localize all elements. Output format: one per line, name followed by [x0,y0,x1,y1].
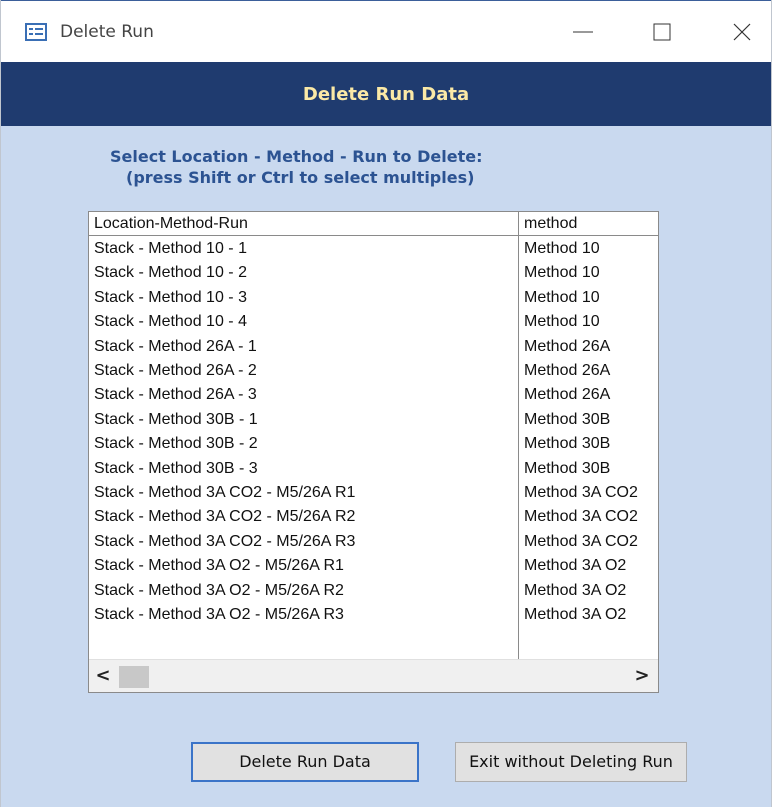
method-cell: Method 10 [524,288,600,306]
maximize-icon[interactable] [647,17,677,47]
exit-without-deleting-button[interactable]: Exit without Deleting Run [455,742,687,782]
window-title: Delete Run [60,22,154,42]
list-item[interactable]: Stack - Method 10 - 2 Method 10 [89,261,658,285]
list-header: Location-Method-Run method [89,212,658,236]
location-method-run-cell: Stack - Method 3A CO2 - M5/26A R1 [94,484,356,501]
list-item[interactable]: Stack - Method 30B - 1 Method 30B [89,408,658,432]
location-method-run-cell: Stack - Method 26A - 3 [94,386,257,404]
list-item[interactable]: Stack - Method 10 - 4 Method 10 [89,310,658,334]
method-cell: Method 26A [524,337,611,355]
list-item[interactable]: Stack - Method 26A - 1 Method 26A [89,335,658,359]
delete-run-data-button[interactable]: Delete Run Data [191,742,419,782]
form-header: Delete Run Data [1,62,771,126]
method-cell: Method 3A CO2 [524,484,638,501]
method-cell: Method 3A O2 [524,581,627,599]
list-item[interactable]: Stack - Method 3A O2 - M5/26A R3 Method 3… [89,603,658,627]
method-cell: Method 10 [524,313,600,331]
location-method-run-cell: Stack - Method 10 - 4 [94,313,247,331]
method-cell: Method 26A [524,362,611,379]
location-method-run-cell: Stack - Method 3A O2 - M5/26A R2 [94,581,344,599]
method-cell: Method 3A O2 [524,606,627,623]
location-method-run-cell: Stack - Method 26A - 2 [94,362,257,379]
listbox-rows: Location-Method-Run method Stack - Metho… [89,212,658,660]
list-item[interactable]: Stack - Method 3A CO2 - M5/26A R3 Method … [89,530,658,554]
list-item[interactable]: Stack - Method 3A CO2 - M5/26A R1 Method … [89,481,658,505]
scroll-left-icon[interactable]: < [93,666,113,686]
list-item[interactable]: Stack - Method 30B - 3 Method 30B [89,457,658,481]
location-method-run-cell: Stack - Method 3A CO2 - M5/26A R3 [94,532,356,550]
location-method-run-cell: Stack - Method 30B - 2 [94,435,258,453]
method-cell: Method 30B [524,435,611,453]
scrollbar-thumb[interactable] [119,666,149,688]
horizontal-scrollbar[interactable]: < > [89,659,658,692]
method-cell: Method 30B [524,410,611,428]
location-method-run-cell: Stack - Method 3A CO2 - M5/26A R2 [94,508,356,526]
location-method-run-cell: Stack - Method 10 - 2 [94,264,247,282]
run-listbox[interactable]: Location-Method-Run method Stack - Metho… [88,211,659,693]
list-item[interactable]: Stack - Method 10 - 3 Method 10 [89,286,658,310]
location-method-run-cell: Stack - Method 3A O2 - M5/26A R1 [94,557,344,575]
method-cell: Method 3A CO2 [524,532,638,550]
instruction-line-1: Select Location - Method - Run to Delete… [110,147,483,166]
location-method-run-cell: Stack - Method 3A O2 - M5/26A R3 [94,606,344,623]
method-cell: Method 26A [524,386,611,404]
method-cell: Method 10 [524,240,600,257]
form-title: Delete Run Data [302,84,470,105]
location-method-run-cell: Stack - Method 30B - 1 [94,410,258,428]
location-method-run-cell: Stack - Method 30B - 3 [94,459,258,477]
method-cell: Method 10 [524,264,600,282]
list-item[interactable]: Stack - Method 3A O2 - M5/26A R2 Method 3… [89,579,658,603]
list-item[interactable]: Stack - Method 3A CO2 - M5/26A R2 Method … [89,505,658,529]
column-header-method: method [524,215,578,232]
close-icon[interactable] [727,17,757,47]
scroll-right-icon[interactable]: > [632,666,652,686]
list-item[interactable]: Stack - Method 3A O2 - M5/26A R1 Method 3… [89,554,658,578]
column-header-location-method-run: Location-Method-Run [94,215,248,232]
list-item[interactable]: Stack - Method 30B - 2 Method 30B [89,432,658,456]
list-item[interactable]: Stack - Method 26A - 2 Method 26A [89,359,658,383]
method-cell: Method 3A O2 [524,557,627,575]
instruction-line-2: (press Shift or Ctrl to select multiples… [126,168,475,187]
method-cell: Method 30B [524,459,611,477]
delete-run-window: Delete Run Delete Run Data Select Locati… [0,0,772,807]
minimize-icon[interactable] [568,17,598,47]
list-item[interactable]: Stack - Method 26A - 3 Method 26A [89,383,658,407]
list-item[interactable]: Stack - Method 10 - 1 Method 10 [89,237,658,261]
method-cell: Method 3A CO2 [524,508,638,526]
instructions: Select Location - Method - Run to Delete… [107,146,487,188]
location-method-run-cell: Stack - Method 10 - 3 [94,288,247,306]
form-icon [25,23,47,41]
title-bar[interactable]: Delete Run [1,0,771,63]
location-method-run-cell: Stack - Method 10 - 1 [94,240,247,257]
location-method-run-cell: Stack - Method 26A - 1 [94,337,257,355]
